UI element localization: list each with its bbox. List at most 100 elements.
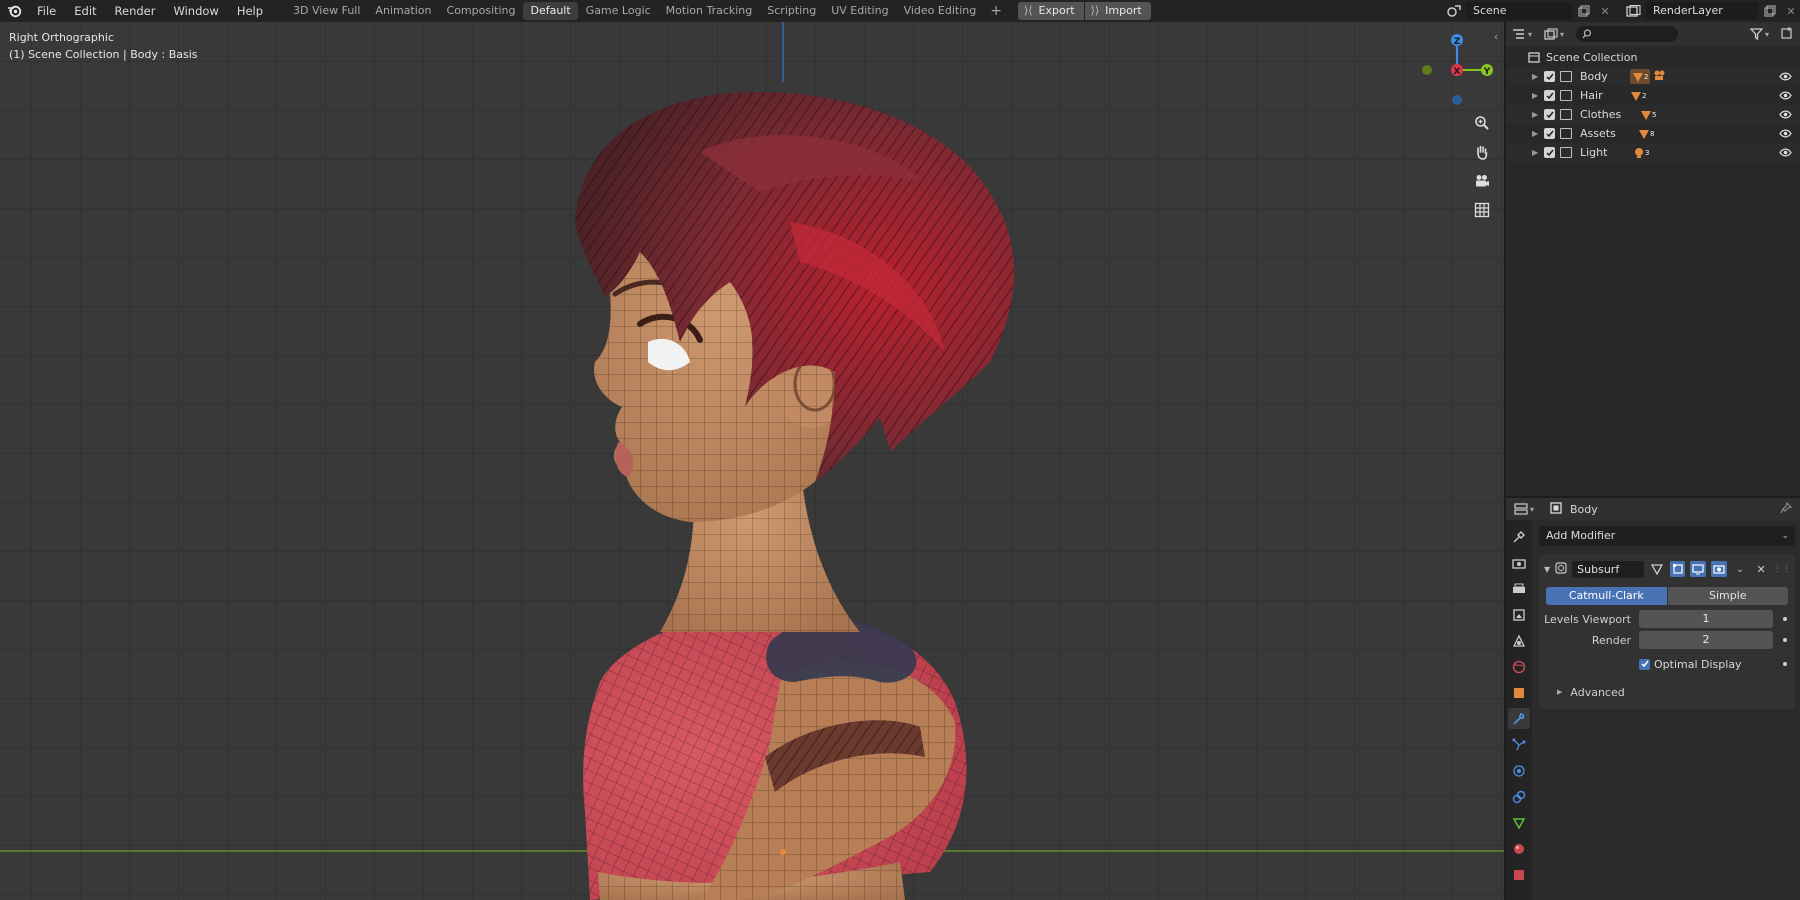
import-button[interactable]: ⟩⟩ Import (1084, 2, 1151, 20)
outliner-row-assets[interactable]: ▶ Assets 8 (1506, 124, 1800, 143)
collection-name: Body (1580, 70, 1608, 83)
levels-viewport-field[interactable]: 1 (1639, 610, 1773, 628)
3d-viewport[interactable]: Right Orthographic (1) Scene Collection … (0, 22, 1504, 900)
physics-tab-icon[interactable] (1508, 760, 1530, 781)
render-tab-icon[interactable] (1508, 552, 1530, 573)
render-toggle-icon[interactable] (1711, 561, 1728, 577)
visibility-eye-icon[interactable] (1779, 128, 1792, 141)
new-collection-icon[interactable] (1781, 26, 1794, 42)
advanced-subpanel-header[interactable]: ▶ Advanced (1544, 683, 1790, 701)
properties-editor-type-icon[interactable]: ▾ (1514, 503, 1542, 515)
outliner-root-row[interactable]: Scene Collection (1506, 48, 1800, 67)
gizmo-neg-y-axis[interactable] (1422, 65, 1432, 75)
view-layer-tab-icon[interactable] (1508, 604, 1530, 625)
expand-arrow-icon[interactable]: ▶ (1532, 91, 1544, 100)
scene-tab-icon[interactable] (1508, 630, 1530, 651)
new-scene-icon[interactable] (1575, 2, 1593, 20)
object-tab-icon[interactable] (1508, 682, 1530, 703)
particles-tab-icon[interactable] (1508, 734, 1530, 755)
output-tab-icon[interactable] (1508, 578, 1530, 599)
exclude-checkbox[interactable] (1544, 128, 1555, 139)
material-tab-icon[interactable] (1508, 838, 1530, 859)
visibility-eye-icon[interactable] (1779, 147, 1792, 160)
new-view-layer-icon[interactable] (1761, 2, 1779, 20)
expand-arrow-icon[interactable]: ▶ (1532, 148, 1544, 157)
menu-window[interactable]: Window (164, 0, 227, 22)
tab-motion-tracking[interactable]: Motion Tracking (659, 2, 760, 20)
scene-name-field[interactable]: Scene (1466, 2, 1572, 20)
exclude-checkbox[interactable] (1544, 147, 1555, 158)
tab-default[interactable]: Default (523, 2, 578, 20)
world-tab-icon[interactable] (1508, 656, 1530, 677)
ortho-grid-icon[interactable] (1471, 199, 1493, 221)
tab-scripting[interactable]: Scripting (760, 2, 823, 20)
visibility-eye-icon[interactable] (1779, 90, 1792, 103)
add-modifier-dropdown[interactable]: Add Modifier ⌄ (1539, 526, 1795, 546)
simple-option[interactable]: Simple (1667, 587, 1788, 605)
keyframe-dot-icon[interactable] (1783, 662, 1787, 666)
view-layer-icon[interactable] (1625, 2, 1643, 20)
exclude-checkbox[interactable] (1544, 90, 1555, 101)
tab-game-logic[interactable]: Game Logic (579, 2, 658, 20)
add-workspace-button[interactable]: + (984, 3, 1008, 19)
viewport-toggle-icon[interactable] (1690, 561, 1707, 577)
keyframe-dot-icon[interactable] (1783, 617, 1787, 621)
optimal-display-checkbox[interactable] (1639, 658, 1650, 670)
drag-handle-icon[interactable]: ⋮⋮ (1773, 561, 1791, 577)
view-layer-field[interactable]: RenderLayer (1646, 2, 1758, 20)
modifier-tab-icon[interactable] (1508, 708, 1530, 729)
render-levels-field[interactable]: 2 (1639, 631, 1773, 649)
tool-tab-icon[interactable] (1508, 526, 1530, 547)
export-button[interactable]: ⟩⟨ Export (1017, 2, 1084, 20)
gizmo-neg-z-axis[interactable] (1452, 95, 1462, 105)
modifier-name-field[interactable]: Subsurf (1572, 560, 1644, 578)
blender-logo-icon[interactable] (0, 0, 28, 22)
pan-hand-icon[interactable] (1471, 141, 1493, 163)
tab-video-editing[interactable]: Video Editing (897, 2, 984, 20)
tab-compositing[interactable]: Compositing (440, 2, 523, 20)
outliner-row-clothes[interactable]: ▶ Clothes 5 (1506, 105, 1800, 124)
filter-icon[interactable]: ▾ (1749, 28, 1769, 40)
menu-help[interactable]: Help (228, 0, 272, 22)
mesh-data-tab-icon[interactable] (1508, 812, 1530, 833)
menu-edit[interactable]: Edit (65, 0, 105, 22)
tab-3d-view-full[interactable]: 3D View Full (286, 2, 367, 20)
pin-icon[interactable] (1780, 501, 1793, 517)
visibility-eye-icon[interactable] (1779, 109, 1792, 122)
expand-arrow-icon[interactable]: ▶ (1532, 72, 1544, 81)
menu-file[interactable]: File (28, 0, 65, 22)
remove-modifier-icon[interactable]: ✕ (1753, 561, 1769, 577)
navigation-gizmo[interactable]: X Z Y (1422, 34, 1493, 105)
levels-viewport-row: Levels Viewport 1 (1544, 610, 1790, 628)
expand-arrow-icon[interactable]: ▶ (1532, 129, 1544, 138)
object-data-icon (1550, 501, 1562, 517)
display-mode-icon[interactable]: ▾ (1544, 28, 1570, 40)
scene-type-icon[interactable] (1445, 2, 1463, 20)
import-label: Import (1105, 4, 1142, 17)
collapse-arrow-icon[interactable]: ▼ (1544, 565, 1550, 574)
menu-render[interactable]: Render (106, 0, 165, 22)
camera-view-icon[interactable] (1471, 170, 1493, 192)
edit-cage-icon[interactable] (1649, 561, 1665, 577)
constraints-tab-icon[interactable] (1508, 786, 1530, 807)
keyframe-dot-icon[interactable] (1783, 638, 1787, 642)
modifier-menu-chevron-icon[interactable]: ⌄ (1732, 561, 1748, 577)
catmull-clark-option[interactable]: Catmull-Clark (1546, 587, 1667, 605)
tab-animation[interactable]: Animation (368, 2, 438, 20)
exclude-checkbox[interactable] (1544, 109, 1555, 120)
outliner-row-light[interactable]: ▶ Light 3 (1506, 143, 1800, 162)
tab-uv-editing[interactable]: UV Editing (824, 2, 895, 20)
delete-view-layer-icon[interactable]: ✕ (1782, 2, 1800, 20)
delete-scene-icon[interactable]: ✕ (1596, 2, 1614, 20)
exclude-checkbox[interactable] (1544, 71, 1555, 82)
edit-mode-toggle-icon[interactable] (1669, 561, 1686, 577)
texture-tab-icon[interactable] (1508, 864, 1530, 885)
outliner-row-body[interactable]: ▶ Body 2 (1506, 67, 1800, 86)
outliner-row-hair[interactable]: ▶ Hair 2 (1506, 86, 1800, 105)
editor-type-icon[interactable]: ▾ (1512, 28, 1538, 40)
zoom-icon[interactable] (1471, 112, 1493, 134)
visibility-eye-icon[interactable] (1779, 71, 1792, 84)
outliner-search-input[interactable] (1576, 26, 1678, 42)
expand-arrow-icon[interactable]: ▶ (1532, 110, 1544, 119)
collection-box-icon (1560, 71, 1572, 82)
